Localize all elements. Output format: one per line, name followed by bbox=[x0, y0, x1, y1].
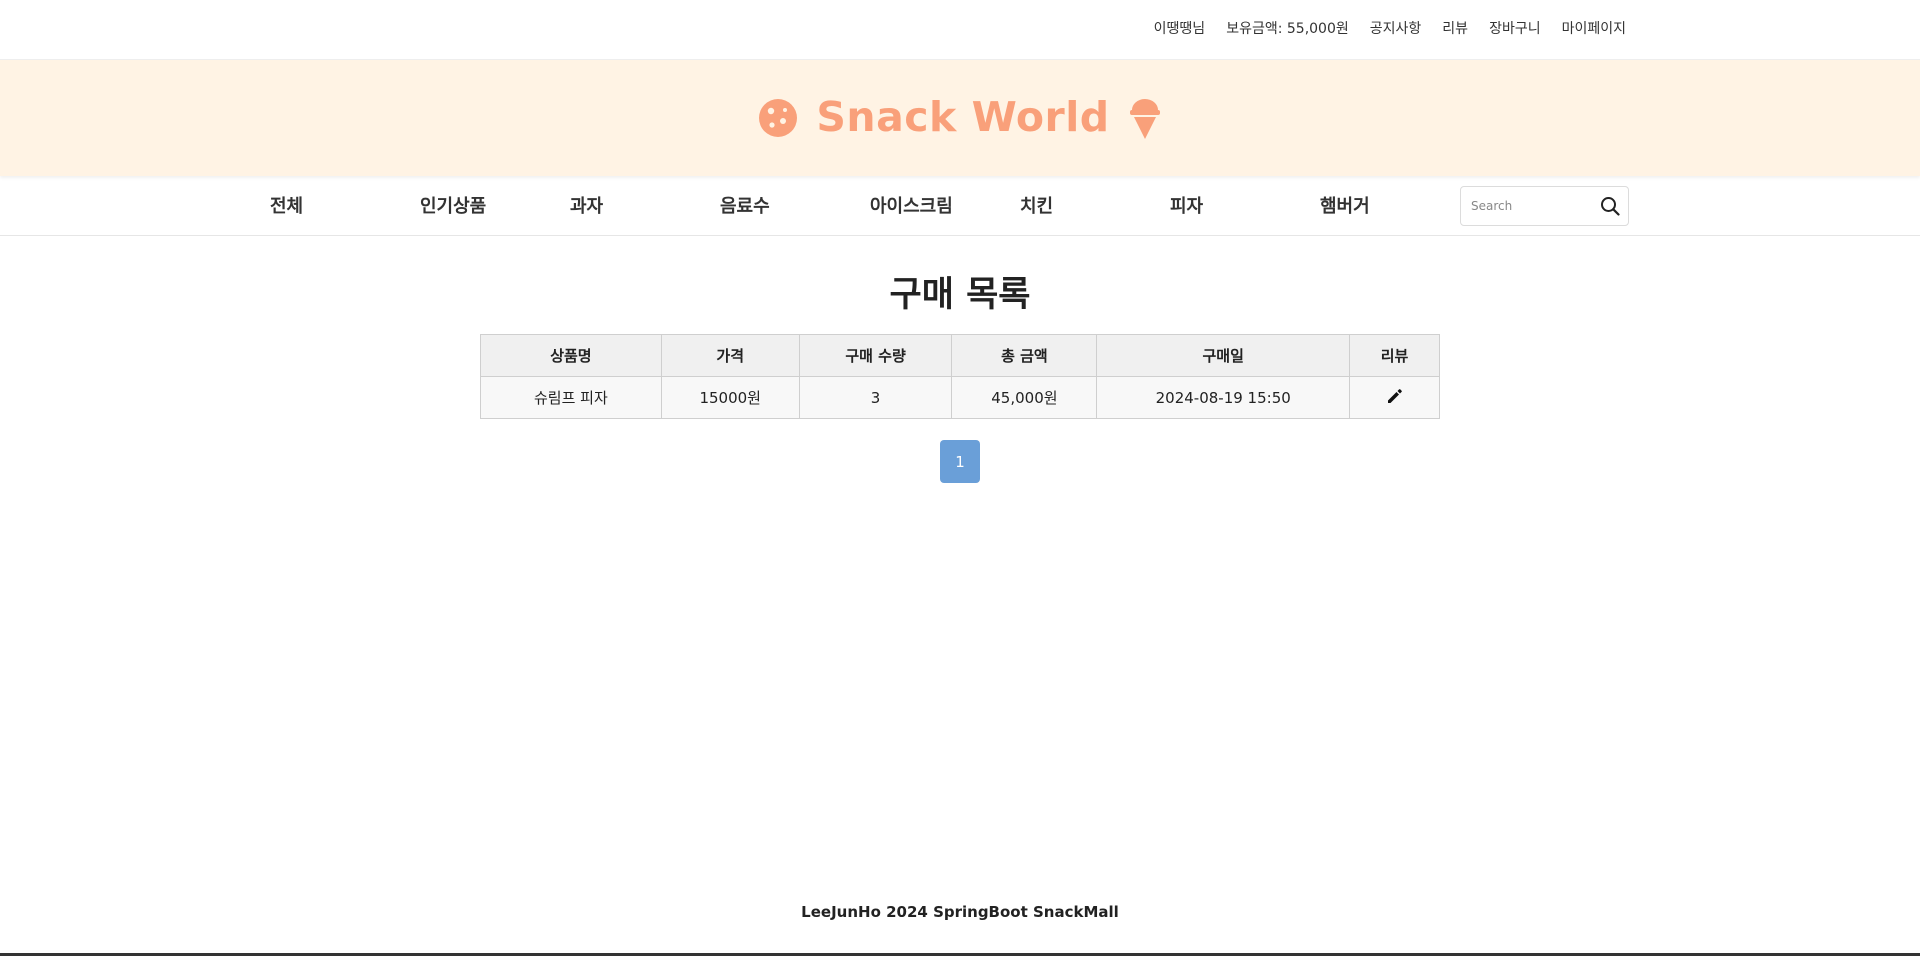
nav-item-icecream[interactable]: 아이스크림 bbox=[870, 192, 953, 218]
cookie-icon bbox=[758, 98, 798, 138]
brand-title: Snack World bbox=[816, 93, 1110, 141]
header-quantity: 구매 수량 bbox=[798, 334, 953, 377]
cell-product: 슈림프 피자 bbox=[480, 376, 662, 419]
header-total: 총 금액 bbox=[951, 334, 1098, 377]
brand-logo[interactable]: Snack World bbox=[758, 93, 1162, 141]
nav-item-pizza[interactable]: 피자 bbox=[1170, 192, 1203, 218]
ice-cream-icon bbox=[1128, 96, 1162, 140]
table-row: 슈림프 피자 15000원 3 45,000원 2024-08-19 15:50 bbox=[480, 376, 1440, 419]
cell-price: 15000원 bbox=[660, 376, 800, 419]
nav-item-chicken[interactable]: 치킨 bbox=[1020, 192, 1053, 218]
table-header-row: 상품명 가격 구매 수량 총 금액 구매일 리뷰 bbox=[480, 334, 1440, 377]
balance-display: 보유금액: 55,000원 bbox=[1226, 21, 1349, 37]
review-link[interactable]: 리뷰 bbox=[1442, 18, 1468, 38]
search-input[interactable] bbox=[1461, 199, 1591, 213]
category-nav: 전체 인기상품 과자 음료수 아이스크림 치킨 피자 햄버거 bbox=[0, 176, 1920, 236]
header-price: 가격 bbox=[660, 334, 800, 377]
cart-link[interactable]: 장바구니 bbox=[1489, 18, 1541, 38]
mypage-link[interactable]: 마이페이지 bbox=[1562, 18, 1626, 38]
page-title: 구매 목록 bbox=[889, 275, 1031, 315]
search-icon[interactable] bbox=[1600, 196, 1620, 220]
nav-item-popular[interactable]: 인기상품 bbox=[420, 192, 486, 218]
page-button-1[interactable]: 1 bbox=[940, 440, 980, 483]
cell-total: 45,000원 bbox=[951, 376, 1098, 419]
pagination: 1 bbox=[940, 440, 980, 483]
nav-item-snacks[interactable]: 과자 bbox=[570, 192, 603, 218]
pencil-icon[interactable] bbox=[1386, 387, 1404, 409]
cell-date: 2024-08-19 15:50 bbox=[1096, 376, 1351, 419]
nav-item-hamburger[interactable]: 햄버거 bbox=[1320, 192, 1370, 218]
header-product: 상품명 bbox=[480, 334, 662, 377]
search-box bbox=[1460, 186, 1629, 226]
nav-item-drinks[interactable]: 음료수 bbox=[720, 192, 770, 218]
header-date: 구매일 bbox=[1096, 334, 1351, 377]
nav-item-all[interactable]: 전체 bbox=[270, 192, 303, 218]
header-review: 리뷰 bbox=[1349, 334, 1440, 377]
cell-quantity: 3 bbox=[798, 376, 953, 419]
topbar-links: 이땡땡님 보유금액: 55,000원 공지사항 리뷰 장바구니 마이페이지 bbox=[1154, 18, 1626, 38]
purchase-table: 상품명 가격 구매 수량 총 금액 구매일 리뷰 슈림프 피자 15000원 3… bbox=[480, 334, 1440, 419]
top-utility-bar: 이땡땡님 보유금액: 55,000원 공지사항 리뷰 장바구니 마이페이지 bbox=[0, 0, 1920, 60]
notice-link[interactable]: 공지사항 bbox=[1370, 18, 1422, 38]
footer-text: LeeJunHo 2024 SpringBoot SnackMall bbox=[801, 903, 1119, 921]
brand-banner: Snack World bbox=[0, 60, 1920, 176]
user-greeting: 이땡땡님 bbox=[1153, 21, 1206, 37]
cell-review bbox=[1349, 376, 1440, 419]
